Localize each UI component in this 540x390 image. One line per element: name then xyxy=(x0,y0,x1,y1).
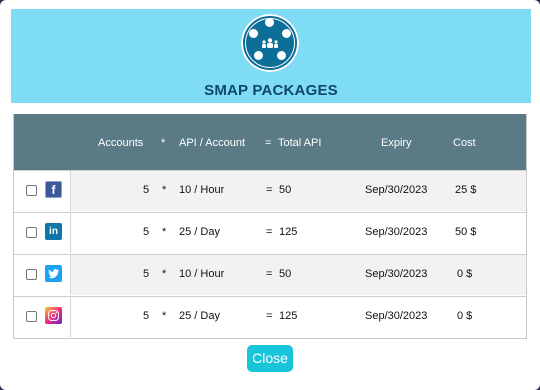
col-expiry: Expiry xyxy=(381,137,412,149)
cell-api-per-account: 25 / Day xyxy=(179,310,220,322)
people-icon xyxy=(262,38,278,48)
select-linkedin-checkbox[interactable] xyxy=(26,227,37,238)
cell-multiply: * xyxy=(162,310,167,322)
cell-cost: 0 $ xyxy=(457,268,473,280)
logo-linkedin-dot xyxy=(249,29,258,38)
cell-multiply: * xyxy=(162,226,167,238)
cell-multiply: * xyxy=(162,268,167,280)
row-select-cell: in xyxy=(14,213,71,253)
instagram-camera-glyph xyxy=(48,310,59,321)
cell-equals: = xyxy=(266,268,273,280)
cell-api-per-account: 25 / Day xyxy=(179,226,220,238)
smap-logo-icon xyxy=(241,14,299,72)
table-row: in 5 * 25 / Day = 125 Sep/30/2023 50 $ xyxy=(14,212,526,254)
cell-expiry: Sep/30/2023 xyxy=(365,268,428,280)
cell-equals: = xyxy=(266,226,273,238)
close-button[interactable]: Close xyxy=(247,345,293,372)
table-row: f 5 * 10 / Hour = 50 Sep/30/2023 25 $ xyxy=(14,170,526,212)
row-select-cell xyxy=(14,297,71,337)
col-api-per-account: API / Account xyxy=(179,137,246,149)
row-select-cell: f xyxy=(14,171,71,211)
cell-multiply: * xyxy=(162,184,167,196)
packages-modal: SMAP PACKAGES Accounts * API / Account =… xyxy=(0,0,540,390)
table-row: 5 * 25 / Day = 125 Sep/30/2023 0 $ xyxy=(14,296,526,338)
cell-total-api: 50 xyxy=(279,268,292,280)
logo-globe-dot xyxy=(282,29,291,38)
cell-total-api: 125 xyxy=(279,310,298,322)
col-total-api: Total API xyxy=(278,137,322,149)
linkedin-icon: in xyxy=(45,223,62,240)
packages-table: Accounts * API / Account = Total API Exp… xyxy=(13,114,527,339)
logo-facebook-dot xyxy=(254,51,263,60)
cell-total-api: 125 xyxy=(279,226,298,238)
modal-title: SMAP PACKAGES xyxy=(204,82,338,99)
col-equals: = xyxy=(265,137,272,149)
cell-accounts: 5 xyxy=(143,184,150,196)
col-accounts: Accounts xyxy=(98,137,144,149)
select-facebook-checkbox[interactable] xyxy=(26,185,37,196)
facebook-icon: f xyxy=(45,181,62,198)
cell-cost: 0 $ xyxy=(457,310,473,322)
row-values: 5 * 10 / Hour = 50 Sep/30/2023 0 $ xyxy=(71,255,526,295)
col-multiply: * xyxy=(161,137,166,149)
instagram-icon xyxy=(45,307,62,324)
cell-accounts: 5 xyxy=(143,310,150,322)
modal-header: SMAP PACKAGES xyxy=(11,9,531,103)
cell-equals: = xyxy=(266,310,273,322)
cell-expiry: Sep/30/2023 xyxy=(365,310,428,322)
select-instagram-checkbox[interactable] xyxy=(26,311,37,322)
cell-cost: 25 $ xyxy=(455,184,477,196)
logo-twitter-dot xyxy=(265,18,274,27)
col-cost: Cost xyxy=(453,137,476,149)
row-values: 5 * 25 / Day = 125 Sep/30/2023 0 $ xyxy=(71,297,526,337)
row-values: 5 * 10 / Hour = 50 Sep/30/2023 25 $ xyxy=(71,171,526,211)
row-select-cell xyxy=(14,255,71,295)
table-row: 5 * 10 / Hour = 50 Sep/30/2023 0 $ xyxy=(14,254,526,296)
table-header: Accounts * API / Account = Total API Exp… xyxy=(14,114,526,170)
logo-pinterest-dot xyxy=(277,51,286,60)
row-values: 5 * 25 / Day = 125 Sep/30/2023 50 $ xyxy=(71,213,526,253)
cell-expiry: Sep/30/2023 xyxy=(365,226,428,238)
cell-accounts: 5 xyxy=(143,268,150,280)
cell-api-per-account: 10 / Hour xyxy=(179,184,225,196)
twitter-bird-glyph xyxy=(48,269,60,279)
cell-total-api: 50 xyxy=(279,184,292,196)
cell-accounts: 5 xyxy=(143,226,150,238)
select-twitter-checkbox[interactable] xyxy=(26,269,37,280)
twitter-icon xyxy=(45,265,62,282)
cell-equals: = xyxy=(266,184,273,196)
cell-api-per-account: 10 / Hour xyxy=(179,268,225,280)
cell-cost: 50 $ xyxy=(455,226,477,238)
cell-expiry: Sep/30/2023 xyxy=(365,184,428,196)
